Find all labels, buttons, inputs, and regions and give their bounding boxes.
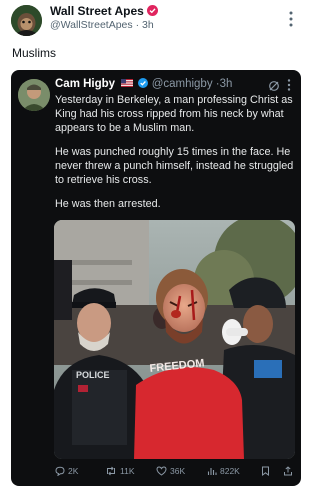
more-icon[interactable] — [284, 10, 298, 28]
blue-check-icon — [138, 78, 149, 88]
verified-badge-icon — [146, 5, 158, 16]
author-name[interactable]: Wall Street Apes — [50, 4, 158, 18]
repost-icon — [107, 466, 115, 476]
quote-time[interactable]: 3h — [220, 78, 233, 90]
reply-count: 2K — [68, 466, 79, 476]
us-flag-icon — [121, 78, 134, 87]
quote-author-avatar[interactable] — [18, 79, 50, 111]
quote-author-name[interactable]: Cam Higby — [55, 78, 115, 90]
quote-paragraph: He was punched roughly 15 times in the f… — [55, 146, 294, 186]
quote-paragraph: He was then arrested. — [55, 198, 161, 210]
grok-icon[interactable] — [268, 79, 280, 91]
vest-text: POLICE — [76, 370, 110, 380]
quote-body: Yesterday in Berkeley, a man professing … — [55, 93, 295, 221]
share-button[interactable] — [283, 466, 293, 476]
like-icon — [156, 466, 167, 476]
bookmark-icon — [262, 466, 269, 476]
post-text: Muslims — [12, 46, 56, 60]
repost-count: 11K — [120, 466, 135, 476]
like-stat[interactable]: 36K — [156, 466, 185, 476]
quoted-post[interactable]: Cam Higby @camhigby ·3h Yesterday in Ber… — [11, 70, 301, 486]
quote-photo[interactable]: POLICE FREEDOM — [54, 220, 295, 459]
quote-paragraph: Yesterday in Berkeley, a man professing … — [55, 94, 293, 134]
quote-more-icon[interactable] — [283, 78, 295, 92]
author-handle[interactable]: @WallStreetApes — [50, 19, 133, 31]
like-count: 36K — [170, 466, 186, 476]
post-time[interactable]: 3h — [142, 19, 154, 31]
quote-header: Cam Higby @camhigby ·3h — [55, 78, 232, 90]
meta-separator: · — [135, 19, 140, 31]
share-icon — [284, 466, 292, 476]
bookmark-button[interactable] — [261, 466, 270, 476]
quote-author-handle[interactable]: @camhigby — [152, 78, 213, 90]
repost-stat[interactable]: 11K — [105, 466, 135, 476]
reply-stat[interactable]: 2K — [55, 466, 78, 476]
quote-stats: 2K 11K 36K 822K — [55, 466, 295, 480]
author-avatar[interactable] — [11, 5, 42, 36]
author-meta: @WallStreetApes · 3h — [50, 19, 154, 31]
views-icon — [207, 468, 217, 475]
views-count: 822K — [220, 466, 240, 476]
reply-icon — [55, 466, 65, 476]
views-stat[interactable]: 822K — [207, 466, 240, 476]
